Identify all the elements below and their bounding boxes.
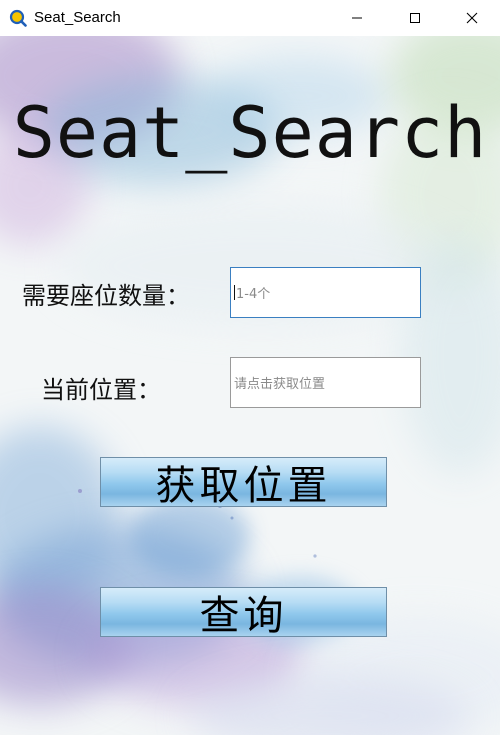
app-title: Seat_Search — [12, 92, 488, 174]
close-icon — [466, 12, 478, 24]
maximize-button[interactable] — [386, 0, 444, 36]
text-caret — [234, 285, 235, 300]
query-button[interactable]: 查询 — [100, 587, 387, 639]
current-location-placeholder: 请点击获取位置 — [234, 377, 326, 392]
close-button[interactable] — [443, 0, 500, 36]
minimize-icon — [352, 17, 362, 19]
seat-count-placeholder: 1-4个 — [236, 287, 271, 302]
magnifier-app-icon — [9, 9, 27, 27]
maximize-icon — [410, 13, 420, 23]
current-location-label: 当前位置： — [41, 376, 161, 404]
title-bar: Seat_Search — [0, 0, 500, 36]
get-location-button[interactable]: 获取位置 — [100, 457, 387, 509]
seat-count-input[interactable]: 1-4个 — [230, 267, 421, 318]
window-title: Seat_Search — [34, 9, 121, 26]
seat-count-label: 需要座位数量： — [22, 282, 190, 310]
current-location-field[interactable]: 请点击获取位置 — [230, 357, 421, 408]
app-window: Seat_Search 需要座位数量： 1-4个 当前位置： 请点击获取位置 获… — [0, 36, 500, 735]
minimize-button[interactable] — [328, 0, 386, 36]
